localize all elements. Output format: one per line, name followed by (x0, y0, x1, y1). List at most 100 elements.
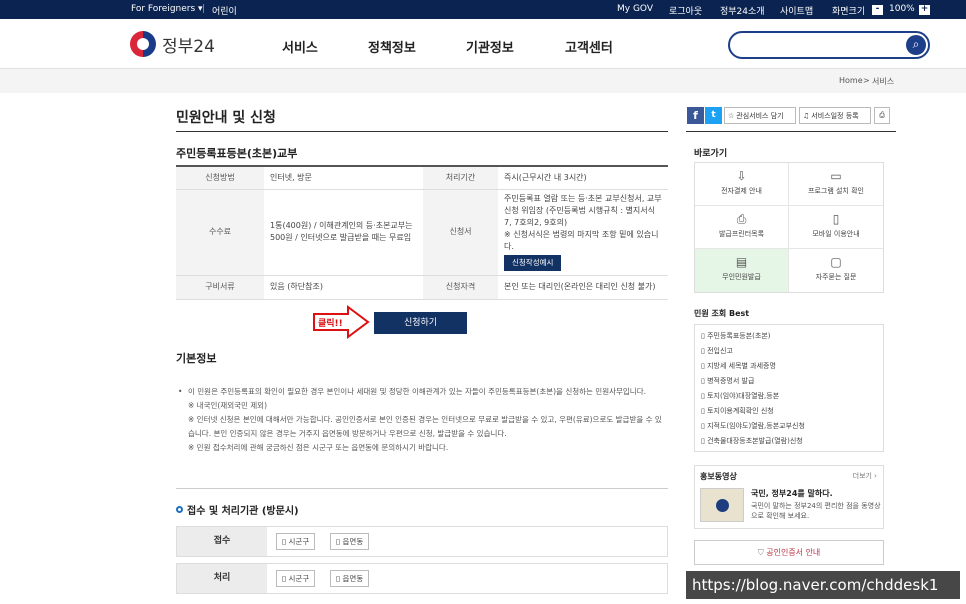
promo-more-link[interactable]: 더보기 › (853, 471, 877, 481)
nav-agency[interactable]: 기관정보 (466, 37, 514, 56)
line-3: ※ 인터넷 신청은 본인에 대해서만 가능합니다. 공인인증서로 본인 인증된 … (188, 415, 662, 438)
divider (176, 488, 668, 489)
best-item[interactable]: ▯ 지방세 세목별 과세증명 (701, 361, 776, 371)
row-label: 처리 (177, 564, 267, 593)
zoom-in-button[interactable]: + (919, 5, 930, 15)
quick-kiosk[interactable]: ▤ 무인민원발급 (695, 249, 789, 292)
printer-icon: ⎙ (736, 212, 747, 226)
quick-links-grid: ⇩ 전자결제 안내 ▭ 프로그램 설치 확인 ⎙ 발급프린터목록 ▯ 모바일 이용안내 … (694, 162, 884, 293)
method-value: 인터넷, 방문 (264, 166, 423, 190)
tag-eupmyeondong[interactable]: ▯ 읍면동 (330, 570, 370, 587)
th-eligibility: 신청자격 (423, 275, 498, 300)
th-fee: 수수료 (176, 189, 264, 276)
page-title: 민원안내 및 신청 (176, 110, 276, 126)
best-label: 건축물대장등초본발급(열람)신청 (707, 437, 803, 445)
best-item[interactable]: ▯ 토지(임야)대장열람,등본 (701, 391, 779, 401)
quick-program[interactable]: ▭ 프로그램 설치 확인 (789, 163, 883, 206)
fee-value: 1통(400원) / 이해관계인의 등·초본교부는 500원 / 인터넷으로 발… (264, 189, 423, 276)
basic-info-heading: 기본정보 (176, 352, 217, 365)
best-item[interactable]: ▯ 병적증명서 발급 (701, 376, 754, 386)
tag-text: 시군구 (288, 574, 310, 583)
play-icon (715, 499, 729, 512)
office-title: 접수 및 처리기관 (방문시) (187, 506, 299, 517)
line-4: ※ 민원 접수처리에 관해 궁금하신 점은 시군구 또는 읍면동에 문의하시기 … (188, 443, 449, 452)
twitter-icon[interactable]: t (705, 107, 722, 124)
favorite-label: 관심서비스 담기 (736, 111, 784, 120)
promo-title: 홍보동영상 (700, 472, 737, 481)
kids-link[interactable]: 어린이 (212, 4, 237, 17)
search-input[interactable]: ⌕ (728, 31, 930, 59)
quick-label: 무인민원발급 (722, 273, 761, 281)
divider: | (202, 4, 206, 14)
breadcrumb-sep: > (863, 76, 870, 85)
zoom-level: 100% (889, 4, 915, 14)
screen-size-label: 화면크기 (832, 7, 866, 17)
best-item[interactable]: ▯ 지적도(임야도)열람,등본교부신청 (701, 421, 805, 431)
favorite-button[interactable]: ☆ 관심서비스 담기 (724, 107, 796, 124)
promo-headline: 국민, 정부24를 말하다. (751, 489, 833, 498)
shield-icon: ⛉ (757, 548, 764, 557)
tag-eupmyeondong[interactable]: ▯ 읍면동 (330, 533, 370, 550)
quick-faq[interactable]: ▢ 자주묻는 질문 (789, 249, 883, 292)
breadcrumb-home[interactable]: Home (839, 76, 863, 85)
bell-icon: ♫ (803, 111, 810, 120)
row-label: 접수 (177, 527, 267, 556)
nav-policy[interactable]: 정책정보 (368, 37, 416, 56)
logout-link[interactable]: 로그아웃 (669, 4, 702, 17)
red-arrow-annotation: 클릭!! (313, 305, 370, 339)
gov24-logo[interactable]: 정부24 (130, 31, 215, 57)
breadcrumb: Home > 서비스 (0, 69, 966, 93)
best-item[interactable]: ▯ 전입신고 (701, 346, 733, 356)
quick-payment[interactable]: ⇩ 전자결제 안내 (695, 163, 789, 206)
best-label: 토지(임야)대장열람,등본 (707, 392, 780, 400)
list-item: • 이 민원은 주민등록표의 확인이 필요한 경우 본인이나 세대원 및 정당한 … (178, 385, 663, 399)
th-form: 신청서 (423, 189, 498, 276)
nav-customer[interactable]: 고객센터 (565, 37, 613, 56)
nav-services[interactable]: 서비스 (282, 37, 318, 56)
mygov-link[interactable]: My GOV (617, 4, 653, 14)
tag-text: 읍면동 (342, 537, 364, 546)
for-foreigners-link[interactable]: For Foreigners ▾ (131, 4, 203, 14)
quick-label: 발급프린터목록 (718, 230, 765, 238)
promo-box: 홍보동영상 더보기 › 국민, 정부24를 말하다. 국민이 말하는 정부24의… (694, 465, 884, 529)
print-icon[interactable]: ⎙ (874, 107, 890, 124)
cert-label: 공인인증서 안내 (766, 548, 821, 557)
best-item[interactable]: ▯ 주민등록표등본(초본) (701, 331, 771, 341)
cert-guide-button[interactable]: ⛉ 공인인증서 안내 (694, 540, 884, 565)
monitor-icon: ▭ (830, 169, 842, 183)
promo-thumbnail[interactable] (700, 488, 744, 522)
tag-sigungu[interactable]: ▯ 시군구 (276, 533, 316, 550)
search-icon[interactable]: ⌕ (906, 35, 926, 55)
quick-printer[interactable]: ⎙ 발급프린터목록 (695, 206, 789, 249)
line-1: 이 민원은 주민등록표의 확인이 필요한 경우 본인이나 세대원 및 정당한 이… (188, 387, 646, 396)
best-item[interactable]: ▯ 건축물대장등초본발급(열람)신청 (701, 436, 803, 446)
logo-text: 정부24 (162, 36, 215, 57)
bullet-icon: • (178, 387, 183, 396)
best-label: 주민등록표등본(초본) (707, 332, 771, 340)
office-row-receive: 접수 ▯ 시군구 ▯ 읍면동 (176, 526, 668, 557)
facebook-icon[interactable]: f (687, 107, 704, 124)
sitemap-link[interactable]: 사이트맵 (780, 4, 813, 17)
best-item[interactable]: ▯ 토지이용계획확인 신청 (701, 406, 774, 416)
divider (176, 131, 668, 132)
office-heading: 접수 및 처리기관 (방문시) (176, 502, 299, 517)
quick-mobile[interactable]: ▯ 모바일 이용안내 (789, 206, 883, 249)
eligibility-value: 본인 또는 대리인(온라인은 대리인 신청 불가) (498, 275, 668, 300)
form-sample-button[interactable]: 신청작성예시 (504, 255, 562, 271)
th-docs: 구비서류 (176, 275, 264, 300)
tag-sigungu[interactable]: ▯ 시군구 (276, 570, 316, 587)
kiosk-icon: ▤ (735, 255, 748, 269)
office-row-process: 처리 ▯ 시군구 ▯ 읍면동 (176, 563, 668, 594)
form-cell: 주민등록표 열람 또는 등·초본 교부신청서, 교부신청 위임장 (주민등록법 … (498, 189, 668, 276)
quick-label: 전자결제 안내 (721, 187, 762, 195)
form-value: 주민등록표 열람 또는 등·초본 교부신청서, 교부신청 위임장 (주민등록법 … (504, 194, 662, 227)
best-label: 지적도(임야도)열람,등본교부신청 (707, 422, 805, 430)
divider (686, 131, 896, 132)
download-icon: ⇩ (736, 169, 747, 183)
apply-button[interactable]: 신청하기 (374, 312, 467, 334)
schedule-button[interactable]: ♫ 서비스일정 등록 (799, 107, 871, 124)
blog-watermark: https://blog.naver.com/chddesk1 (686, 571, 960, 599)
about-link[interactable]: 정부24소개 (720, 4, 765, 17)
tag-text: 읍면동 (342, 574, 364, 583)
zoom-out-button[interactable]: - (872, 5, 883, 15)
